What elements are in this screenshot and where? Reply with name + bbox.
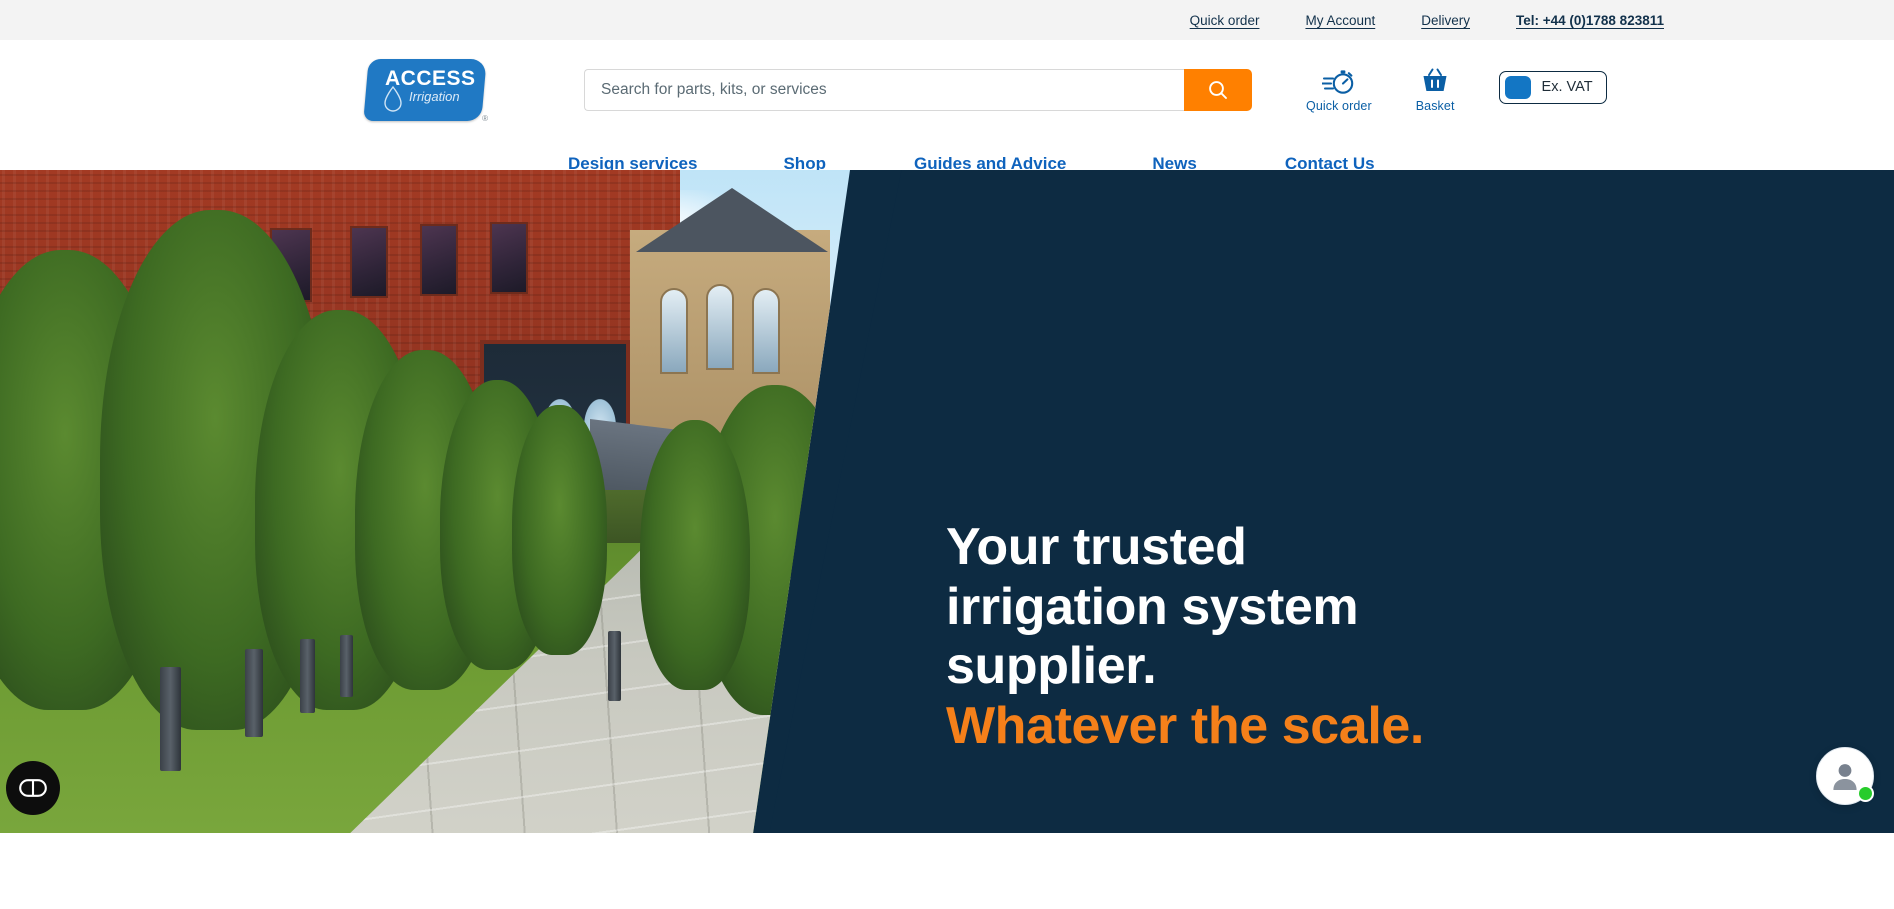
vat-toggle-label: Ex. VAT [1541,79,1593,95]
vat-toggle-knob [1504,75,1531,99]
water-droplet-icon [384,86,402,112]
hero-heading-line-2: irrigation system [946,577,1359,636]
basket-action[interactable]: Basket [1416,67,1455,113]
basket-icon [1423,68,1447,91]
hero-copy: Your trusted irrigation system supplier.… [946,518,1606,756]
hero-chapel-roof [636,188,828,252]
stopwatch-icon [1321,70,1354,94]
topbar-link-delivery[interactable]: Delivery [1421,13,1470,28]
topbar-link-my-account[interactable]: My Account [1305,13,1375,28]
hero-heading-line-3: supplier. [946,637,1157,696]
user-avatar-icon [1833,764,1857,790]
chat-online-status-dot [1857,785,1874,802]
search-button[interactable] [1184,69,1252,111]
search-bar [584,69,1252,111]
vat-toggle[interactable]: Ex. VAT [1498,70,1607,104]
header-actions: Quick order Basket Ex. VAT [1306,67,1607,113]
logo-trademark: ® [482,114,488,123]
page-bottom-spacer [0,833,1894,862]
search-input[interactable] [584,69,1184,111]
hero-heading-line-1: Your trusted [946,518,1247,576]
chat-widget-button[interactable] [1816,747,1874,805]
topbar-link-quick-order[interactable]: Quick order [1190,13,1260,28]
logo-sub-text: Irrigation [409,89,460,104]
hero-heading-accent: Whatever the scale. [946,696,1424,755]
accessibility-icon [19,779,47,797]
topbar-link-telephone[interactable]: Tel: +44 (0)1788 823811 [1516,13,1664,28]
quick-order-action[interactable]: Quick order [1306,67,1372,113]
hero-image [0,170,850,833]
site-header: ACCESS Irrigation ® Search for parts, ki… [0,40,1894,173]
accessibility-widget-button[interactable] [6,761,60,815]
hero-heading: Your trusted irrigation system supplier.… [946,518,1606,756]
quick-order-label: Quick order [1306,99,1372,113]
top-utility-bar: Quick order My Account Delivery Tel: +44… [0,0,1894,40]
hero-banner: Your trusted irrigation system supplier.… [0,170,1894,833]
site-logo[interactable]: ACCESS Irrigation ® [363,59,488,123]
search-icon [1209,81,1227,99]
basket-label: Basket [1415,99,1455,113]
